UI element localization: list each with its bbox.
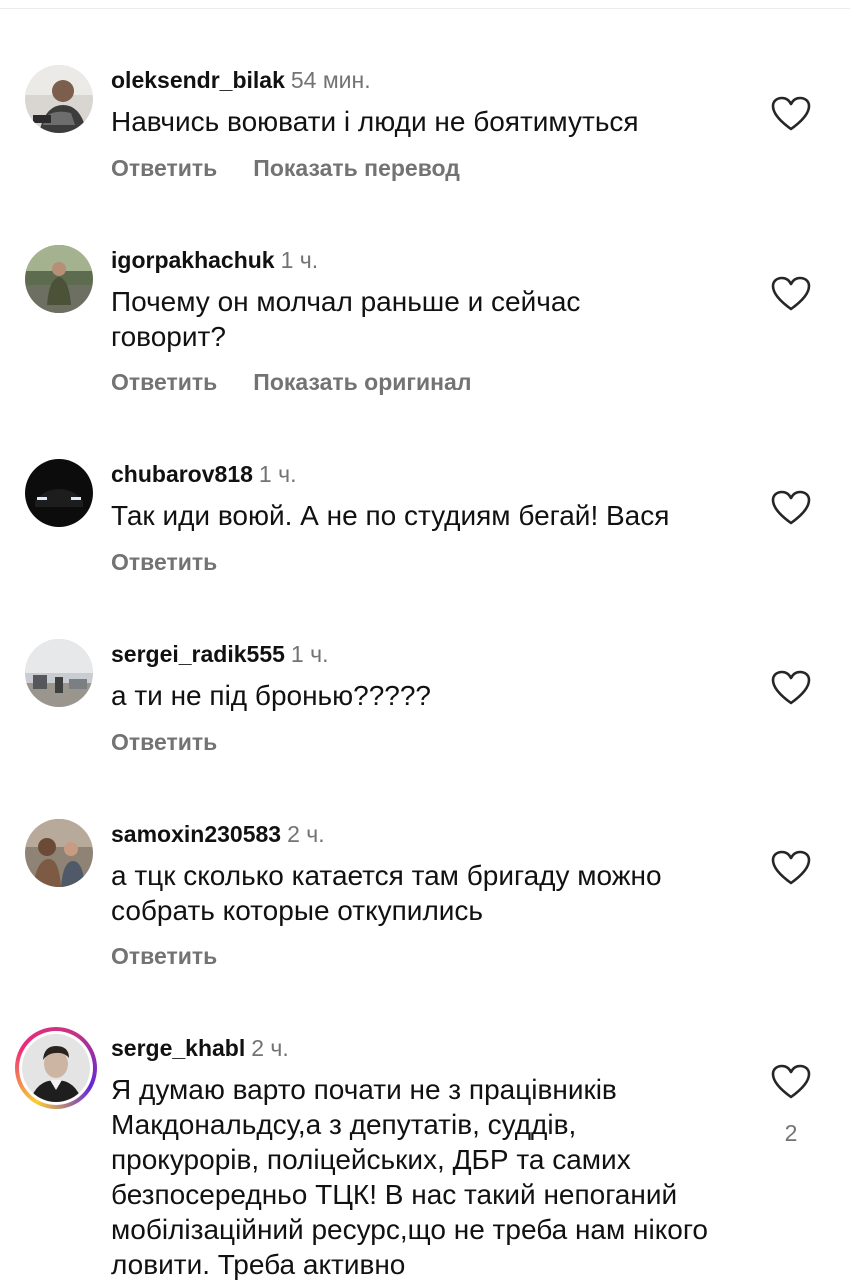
comment-text: Я думаю варто почати не з працівників Ма… [111, 1074, 708, 1280]
comment-body: serge_khabl 2 ч. Я думаю варто почати не … [111, 1034, 751, 1282]
reply-button[interactable]: Ответить [111, 729, 217, 755]
top-divider [0, 8, 850, 9]
username-link[interactable]: igorpakhachuk [111, 247, 275, 273]
comment-body: igorpakhachuk 1 ч. Почему он молчал раньш… [111, 246, 751, 354]
avatar[interactable] [25, 245, 93, 313]
comment-body: chubarov818 1 ч. Так иди воюй. А не по ст… [111, 460, 751, 533]
timestamp: 1 ч. [280, 247, 319, 273]
comment-meta: sergei_radik555 1 ч. [111, 640, 751, 668]
comment-meta: samoxin230583 2 ч. [111, 820, 751, 848]
avatar[interactable] [25, 459, 93, 527]
comment-meta: serge_khabl 2 ч. [111, 1034, 751, 1062]
comment-meta: igorpakhachuk 1 ч. [111, 246, 751, 274]
timestamp: 1 ч. [290, 641, 329, 667]
comment-actions: Ответить Показать перевод [111, 155, 460, 182]
username-link[interactable]: sergei_radik555 [111, 641, 285, 667]
story-ring-inner [19, 1031, 93, 1105]
heart-outline-icon[interactable] [771, 276, 811, 312]
comment-text: а ти не під бронью????? [111, 680, 432, 711]
timestamp: 2 ч. [251, 1035, 289, 1061]
comment-actions: Ответить [111, 943, 217, 970]
heart-outline-icon[interactable] [771, 96, 811, 132]
comment-body: sergei_radik555 1 ч. а ти не під бронью??… [111, 640, 751, 713]
heart-outline-icon[interactable] [771, 490, 811, 526]
username-link[interactable]: chubarov818 [111, 461, 253, 487]
avatar[interactable] [25, 819, 93, 887]
username-link[interactable]: samoxin230583 [111, 821, 281, 847]
comment-actions: Ответить Показать оригинал [111, 369, 471, 396]
comment-text: Так иди воюй. А не по студиям бегай! Вас… [111, 500, 670, 531]
username-link[interactable]: serge_khabl [111, 1035, 245, 1061]
comment-body: samoxin230583 2 ч. а тцк сколько катается… [111, 820, 751, 928]
timestamp: 2 ч. [287, 821, 325, 847]
timestamp: 54 мин. [290, 67, 371, 93]
avatar[interactable] [25, 65, 93, 133]
comment-body: oleksendr_bilak 54 мин. Навчись воювати і… [111, 66, 751, 139]
translate-button[interactable]: Показать перевод [253, 155, 460, 181]
comment-meta: chubarov818 1 ч. [111, 460, 751, 488]
avatar[interactable] [25, 639, 93, 707]
show-original-button[interactable]: Показать оригинал [253, 369, 471, 395]
comment-text: Почему он молчал раньше и сейчас говорит… [111, 286, 581, 352]
comment-actions: Ответить [111, 549, 217, 576]
avatar-with-story-ring[interactable] [15, 1027, 97, 1109]
like-count: 2 [784, 1120, 798, 1146]
comment-text: Навчись воювати і люди не боятимуться [111, 106, 639, 137]
comment-text: а тцк сколько катается там бригаду можно… [111, 860, 662, 926]
heart-outline-icon[interactable] [771, 670, 811, 706]
reply-button[interactable]: Ответить [111, 943, 217, 969]
comment-actions: Ответить [111, 729, 217, 756]
heart-outline-icon[interactable] [771, 1064, 811, 1100]
reply-button[interactable]: Ответить [111, 369, 217, 395]
heart-outline-icon[interactable] [771, 850, 811, 886]
reply-button[interactable]: Ответить [111, 549, 217, 575]
timestamp: 1 ч. [258, 461, 297, 487]
comment-meta: oleksendr_bilak 54 мин. [111, 66, 751, 94]
reply-button[interactable]: Ответить [111, 155, 217, 181]
username-link[interactable]: oleksendr_bilak [111, 67, 285, 93]
